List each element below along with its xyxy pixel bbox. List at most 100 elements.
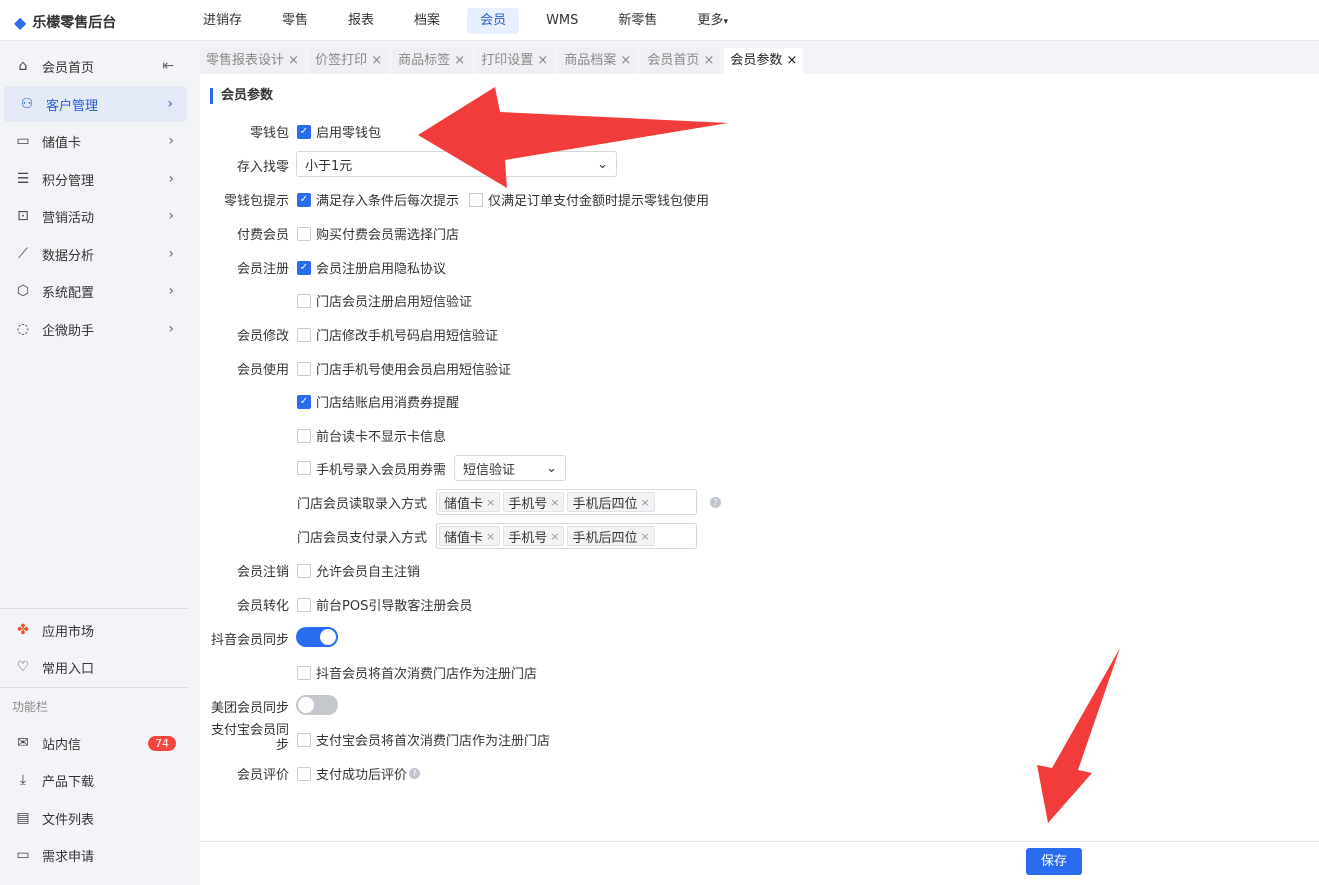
home-icon: ⌂ bbox=[18, 58, 28, 74]
remove-icon[interactable]: × bbox=[641, 530, 650, 543]
caret-down-icon: ▾ bbox=[723, 17, 728, 27]
checkbox-review[interactable]: 支付成功后评价? bbox=[297, 764, 421, 783]
checkbox-mod-sms[interactable]: 门店修改手机号码启用短信验证 bbox=[297, 325, 498, 344]
tag: 储值卡 × bbox=[439, 492, 501, 512]
tab[interactable]: 价签打印 × bbox=[309, 48, 389, 74]
close-icon[interactable]: × bbox=[620, 53, 631, 68]
deposit-select[interactable]: 小于1元 ⌄ bbox=[296, 151, 617, 177]
checkbox-wallet[interactable]: ✓ 启用零钱包 bbox=[297, 122, 381, 141]
nav-item[interactable]: 进销存 bbox=[190, 8, 255, 34]
card-icon: ▭ bbox=[16, 133, 30, 149]
sidebar-item-requests[interactable]: ▭ 需求申请 bbox=[0, 837, 188, 873]
close-icon[interactable]: × bbox=[537, 53, 548, 68]
nav-item[interactable]: WMS bbox=[533, 8, 591, 34]
verify-select[interactable]: 短信验证 ⌄ bbox=[454, 455, 567, 481]
sidebar-item-messages[interactable]: ✉ 站内信 74 bbox=[0, 725, 188, 761]
label: 美团会员同步 bbox=[210, 701, 289, 716]
chevron-right-icon: › bbox=[168, 321, 174, 337]
tag: 手机号 × bbox=[503, 492, 565, 512]
help-icon[interactable]: ? bbox=[409, 768, 421, 779]
sidebar-item-points[interactable]: ☰ 积分管理 › bbox=[0, 161, 188, 197]
checkbox[interactable] bbox=[469, 192, 484, 207]
nav-item[interactable]: 档案 bbox=[401, 8, 453, 34]
checkbox[interactable] bbox=[297, 461, 311, 475]
sidebar: ⌂ 会员首页 ⇤ ⚇ 客户管理 › ▭ 储值卡 › ☰ 积分管理 › ⊡ 营销活动 › ⟋ 数据分析 ›… bbox=[0, 41, 188, 885]
sidebar-item-home[interactable]: ⌂ 会员首页 ⇤ bbox=[0, 48, 188, 84]
chart-icon: ⊡ bbox=[17, 208, 29, 224]
sidebar-item-wecom[interactable]: ◌ 企微助手 › bbox=[0, 311, 188, 347]
sidebar-item-files[interactable]: ▤ 文件列表 bbox=[0, 800, 188, 836]
sidebar-item-marketing[interactable]: ⊡ 营销活动 › bbox=[0, 198, 188, 234]
tab[interactable]: 零售报表设计 × bbox=[200, 48, 306, 74]
checkbox-box bbox=[297, 563, 311, 578]
file-list-icon: ▤ bbox=[16, 810, 30, 826]
sidebar-item-system[interactable]: ⬡ 系统配置 › bbox=[0, 273, 188, 309]
checkbox-self-cancel[interactable]: 允许会员自主注销 bbox=[297, 561, 420, 580]
nav-item-active[interactable]: 会员 bbox=[467, 8, 520, 34]
collapse-icon[interactable]: ⇤ bbox=[162, 58, 174, 74]
remove-icon[interactable]: × bbox=[550, 530, 559, 543]
checkbox-use-sms[interactable]: 门店手机号使用会员启用短信验证 bbox=[297, 359, 511, 378]
chevron-right-icon: › bbox=[168, 208, 174, 224]
close-icon[interactable]: × bbox=[454, 53, 465, 68]
checkbox-box bbox=[297, 293, 311, 308]
remove-icon[interactable]: × bbox=[486, 496, 495, 509]
remove-icon[interactable]: × bbox=[550, 496, 559, 509]
checkbox-paid[interactable]: 购买付费会员需选择门店 bbox=[297, 224, 459, 243]
close-icon[interactable]: × bbox=[288, 53, 299, 68]
chevron-down-icon: ⌄ bbox=[597, 156, 608, 172]
checkbox-hide-card[interactable]: 前台读卡不显示卡信息 bbox=[297, 426, 446, 445]
nav-more[interactable]: 更多▾ bbox=[684, 8, 741, 34]
pay-mode-tags[interactable]: 储值卡 × 手机号 × 手机后四位 × bbox=[436, 523, 698, 549]
tab[interactable]: 商品档案 × bbox=[558, 48, 638, 74]
checkbox-box bbox=[297, 732, 311, 747]
tab[interactable]: 打印设置 × bbox=[475, 48, 555, 74]
checkbox-box bbox=[297, 597, 311, 612]
footer-bar bbox=[200, 841, 1319, 885]
checkbox-coupon[interactable]: ✓ 门店结账启用消费券提醒 bbox=[297, 392, 459, 411]
nav-item[interactable]: 新零售 bbox=[605, 8, 670, 34]
remove-icon[interactable]: × bbox=[641, 496, 650, 509]
tag: 储值卡 × bbox=[439, 526, 501, 546]
user-icon: ⚇ bbox=[20, 96, 34, 112]
close-icon[interactable]: × bbox=[703, 53, 714, 68]
mail-icon: ✉ bbox=[17, 735, 29, 751]
close-icon[interactable]: × bbox=[787, 53, 798, 68]
logo[interactable]: ◆ 乐檬零售后台 bbox=[14, 12, 116, 32]
label: 抖音会员同步 bbox=[210, 633, 289, 648]
checkbox-privacy[interactable]: ✓ 会员注册启用隐私协议 bbox=[297, 258, 446, 277]
checkbox[interactable]: ✓ bbox=[297, 192, 311, 207]
tab[interactable]: 会员首页 × bbox=[641, 48, 721, 74]
chevron-right-icon: › bbox=[167, 96, 173, 112]
read-mode-row: 门店会员读取录入方式 储值卡 × 手机号 × 手机后四位 × ? bbox=[297, 489, 722, 515]
checkbox-box bbox=[297, 665, 311, 680]
help-icon[interactable]: ? bbox=[710, 496, 722, 508]
checkbox-alipay-store[interactable]: 支付宝会员将首次消费门店作为注册门店 bbox=[297, 730, 550, 749]
douyin-toggle[interactable] bbox=[296, 627, 338, 647]
sidebar-item-favorites[interactable]: ♡ 常用入口 bbox=[0, 649, 188, 685]
sidebar-item-app-market[interactable]: ✤ 应用市场 bbox=[0, 612, 188, 648]
nav-item[interactable]: 报表 bbox=[335, 8, 387, 34]
tab[interactable]: 商品标签 × bbox=[392, 48, 472, 74]
chat-icon: ◌ bbox=[16, 321, 30, 337]
label: 会员注销 bbox=[236, 565, 289, 580]
sidebar-item-download[interactable]: ⤓ 产品下载 bbox=[0, 762, 188, 798]
nav-item[interactable]: 零售 bbox=[269, 8, 321, 34]
sidebar-item-card[interactable]: ▭ 储值卡 › bbox=[0, 123, 188, 159]
label: 会员转化 bbox=[236, 599, 289, 614]
checkbox-box bbox=[297, 428, 311, 443]
read-mode-tags[interactable]: 储值卡 × 手机号 × 手机后四位 × bbox=[436, 489, 698, 515]
divider bbox=[0, 608, 188, 609]
remove-icon[interactable]: × bbox=[486, 530, 495, 543]
meituan-toggle[interactable] bbox=[296, 695, 338, 715]
checkbox-douyin-store[interactable]: 抖音会员将首次消费门店作为注册门店 bbox=[297, 663, 537, 682]
checkbox-reg-sms[interactable]: 门店会员注册启用短信验证 bbox=[297, 291, 472, 310]
check-icon: ✓ bbox=[297, 394, 311, 409]
sidebar-item-analytics[interactable]: ⟋ 数据分析 › bbox=[0, 236, 188, 272]
close-icon[interactable]: × bbox=[371, 53, 382, 68]
checkbox-pos-guide[interactable]: 前台POS引导散客注册会员 bbox=[297, 595, 472, 614]
sidebar-item-customers[interactable]: ⚇ 客户管理 › bbox=[4, 86, 187, 122]
save-button[interactable]: 保存 bbox=[1026, 848, 1082, 875]
tab-active[interactable]: 会员参数 × bbox=[724, 48, 804, 74]
top-bar: ◆ 乐檬零售后台 进销存 零售 报表 档案 会员 WMS 新零售 更多▾ bbox=[0, 0, 1319, 41]
